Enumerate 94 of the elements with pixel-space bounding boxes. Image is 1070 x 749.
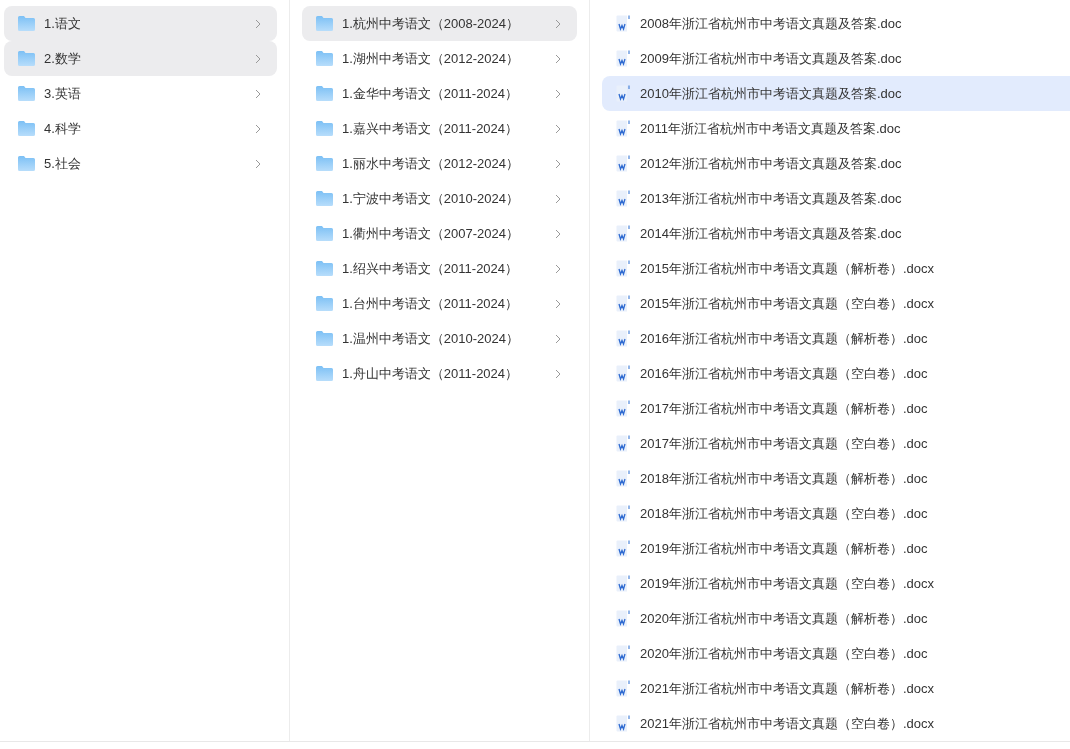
chevron-right-icon [555, 53, 561, 64]
file-name: 2016年浙江省杭州市中考语文真题（空白卷）.doc [640, 364, 929, 383]
chevron-right-icon [555, 263, 561, 274]
file-name: 2020年浙江省杭州市中考语文真题（空白卷）.doc [640, 644, 929, 663]
folder-name: 1.丽水中考语文（2012-2024） [342, 154, 520, 173]
file-name: 2021年浙江省杭州市中考语文真题（解析卷）.docx [640, 679, 935, 698]
word-document-icon [616, 330, 631, 347]
chevron-right-icon [555, 158, 561, 169]
word-document-icon [616, 260, 631, 277]
folder-name: 2.数学 [44, 49, 82, 68]
word-document-icon [616, 610, 631, 627]
folder-icon [316, 121, 333, 136]
file-name: 2021年浙江省杭州市中考语文真题（空白卷）.docx [640, 714, 935, 733]
chevron-right-icon [555, 18, 561, 29]
chevron-right-icon [555, 123, 561, 134]
folder-icon [18, 156, 35, 171]
folder-icon [18, 86, 35, 101]
file-row[interactable]: 2010年浙江省杭州市中考语文真题及答案.doc [602, 76, 1070, 111]
chevron-right-icon [555, 368, 561, 379]
word-document-icon [616, 400, 631, 417]
folder-name: 1.台州中考语文（2011-2024） [342, 294, 520, 313]
word-document-icon [616, 645, 631, 662]
word-document-icon [616, 120, 631, 137]
word-document-icon [616, 435, 631, 452]
word-document-icon [616, 15, 631, 32]
folder-icon [316, 366, 333, 381]
folder-name: 1.杭州中考语文（2008-2024） [342, 14, 520, 33]
folder-name: 1.宁波中考语文（2010-2024） [342, 189, 520, 208]
folder-name: 5.社会 [44, 154, 82, 173]
word-document-icon [616, 50, 631, 67]
folder-name: 1.绍兴中考语文（2011-2024） [342, 259, 520, 278]
chevron-right-icon [255, 123, 261, 134]
file-name: 2013年浙江省杭州市中考语文真题及答案.doc [640, 189, 903, 208]
file-name: 2015年浙江省杭州市中考语文真题（解析卷）.docx [640, 259, 935, 278]
folder-icon [316, 331, 333, 346]
folder-name: 1.衢州中考语文（2007-2024） [342, 224, 520, 243]
chevron-right-icon [555, 88, 561, 99]
chevron-right-icon [255, 158, 261, 169]
word-document-icon [616, 365, 631, 382]
word-document-icon [616, 505, 631, 522]
word-document-icon [616, 470, 631, 487]
folder-name: 4.科学 [44, 119, 82, 138]
chevron-right-icon [255, 18, 261, 29]
folder-icon [18, 16, 35, 31]
file-name: 2016年浙江省杭州市中考语文真题（解析卷）.doc [640, 329, 929, 348]
chevron-right-icon [255, 53, 261, 64]
file-name: 2019年浙江省杭州市中考语文真题（解析卷）.doc [640, 539, 929, 558]
file-name: 2015年浙江省杭州市中考语文真题（空白卷）.docx [640, 294, 935, 313]
folder-name: 1.金华中考语文（2011-2024） [342, 84, 520, 103]
file-name: 2019年浙江省杭州市中考语文真题（空白卷）.docx [640, 574, 935, 593]
word-document-icon [616, 540, 631, 557]
folder-name: 3.英语 [44, 84, 82, 103]
word-document-icon [616, 190, 631, 207]
folder-name: 1.舟山中考语文（2011-2024） [342, 364, 520, 383]
folder-icon [316, 191, 333, 206]
file-name: 2017年浙江省杭州市中考语文真题（空白卷）.doc [640, 434, 929, 453]
chevron-right-icon [555, 193, 561, 204]
folder-row[interactable]: 2.数学 [4, 41, 277, 76]
file-name: 2011年浙江省杭州市中考语文真题及答案.doc [640, 119, 902, 138]
folder-icon [18, 121, 35, 136]
folder-icon [316, 51, 333, 66]
file-name: 2008年浙江省杭州市中考语文真题及答案.doc [640, 14, 903, 33]
folder-name: 1.语文 [44, 14, 82, 33]
word-document-icon [616, 85, 631, 102]
file-name: 2020年浙江省杭州市中考语文真题（解析卷）.doc [640, 609, 929, 628]
folder-name: 1.嘉兴中考语文（2011-2024） [342, 119, 520, 138]
folder-icon [316, 156, 333, 171]
word-document-icon [616, 225, 631, 242]
folder-row[interactable]: 1.杭州中考语文（2008-2024） [302, 6, 577, 41]
file-name: 2010年浙江省杭州市中考语文真题及答案.doc [640, 84, 903, 103]
word-document-icon [616, 155, 631, 172]
chevron-right-icon [555, 228, 561, 239]
word-document-icon [616, 680, 631, 697]
chevron-right-icon [255, 88, 261, 99]
file-name: 2018年浙江省杭州市中考语文真题（解析卷）.doc [640, 469, 929, 488]
folder-icon [18, 51, 35, 66]
word-document-icon [616, 295, 631, 312]
folder-icon [316, 86, 333, 101]
file-name: 2014年浙江省杭州市中考语文真题及答案.doc [640, 224, 903, 243]
chevron-right-icon [555, 333, 561, 344]
file-name: 2017年浙江省杭州市中考语文真题（解析卷）.doc [640, 399, 929, 418]
folder-icon [316, 16, 333, 31]
word-document-icon [616, 575, 631, 592]
folder-icon [316, 296, 333, 311]
file-name: 2018年浙江省杭州市中考语文真题（空白卷）.doc [640, 504, 929, 523]
file-name: 2009年浙江省杭州市中考语文真题及答案.doc [640, 49, 903, 68]
chevron-right-icon [555, 298, 561, 309]
folder-name: 1.湖州中考语文（2012-2024） [342, 49, 520, 68]
file-name: 2012年浙江省杭州市中考语文真题及答案.doc [640, 154, 903, 173]
word-document-icon [616, 715, 631, 732]
folder-name: 1.温州中考语文（2010-2024） [342, 329, 520, 348]
folder-icon [316, 226, 333, 241]
folder-icon [316, 261, 333, 276]
folder-row[interactable]: 1.语文 [4, 6, 277, 41]
